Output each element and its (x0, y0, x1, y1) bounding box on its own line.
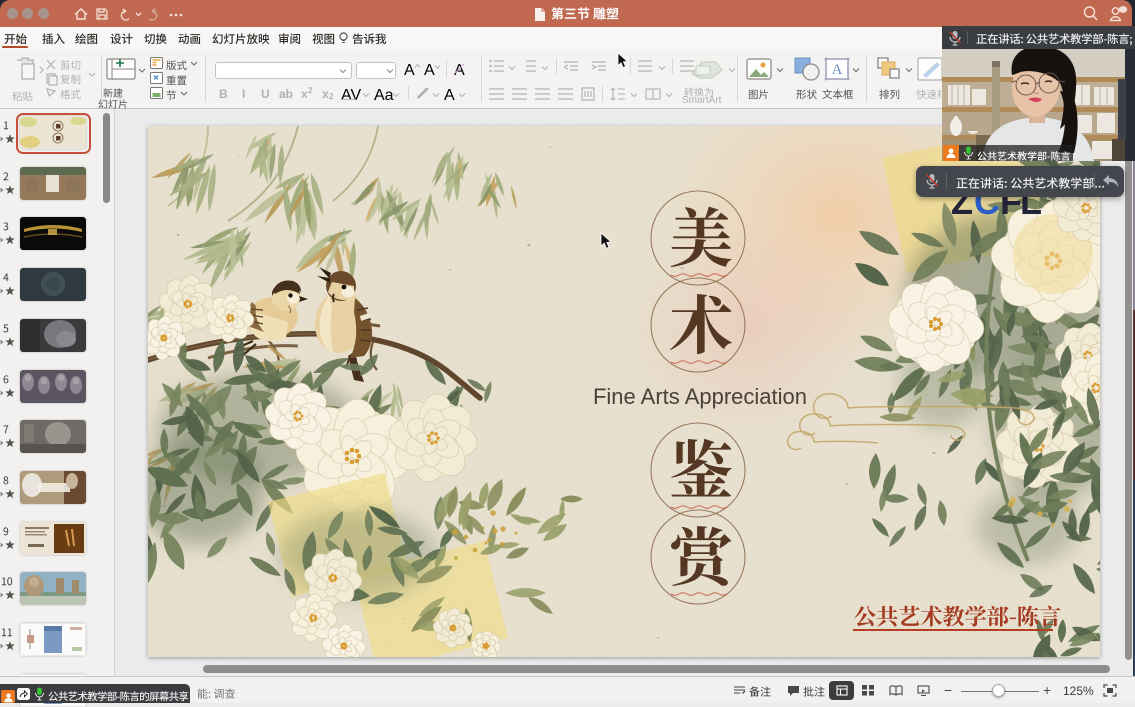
svg-text:A: A (832, 62, 843, 78)
